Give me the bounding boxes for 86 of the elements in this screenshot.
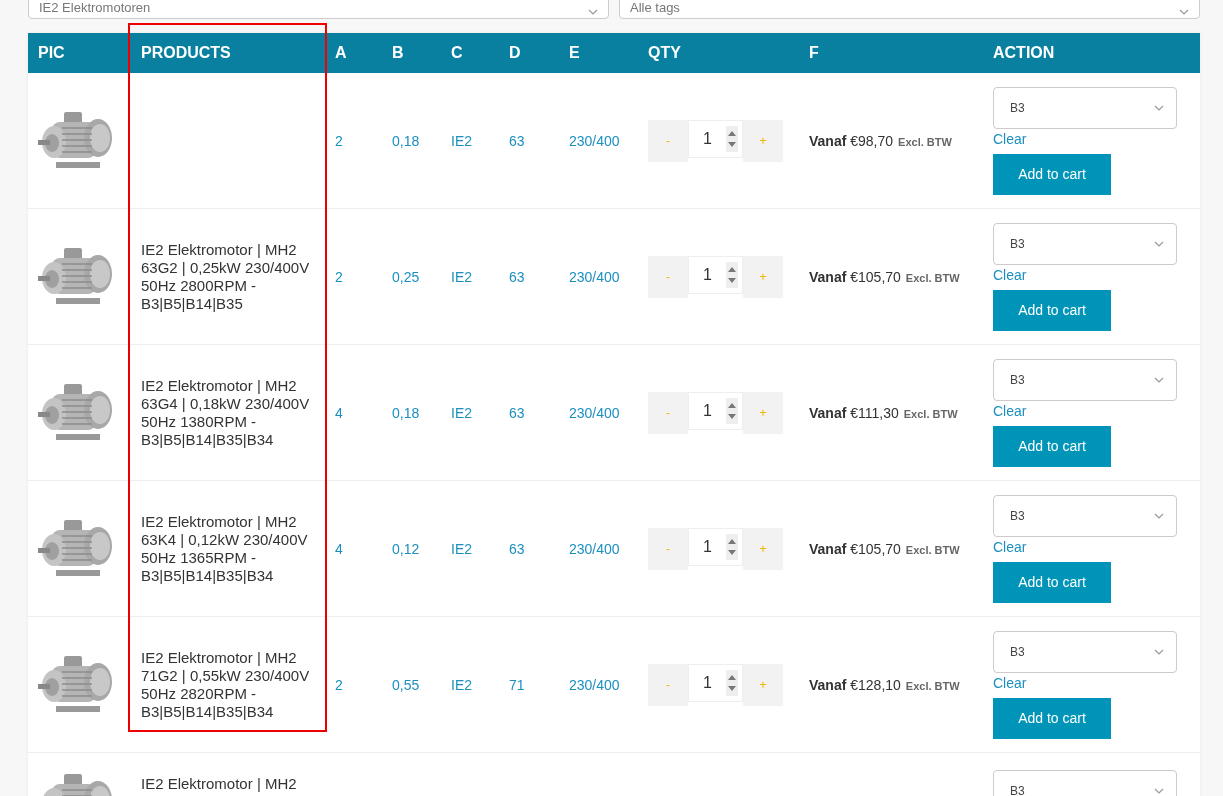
quantity-field[interactable]: 1: [688, 391, 743, 430]
spinner-arrows-icon[interactable]: [726, 397, 738, 424]
product-name: IE2 Elektromotor | MH2 71G2 | 0,55kW 230/400V 50Hz 2820RPM - B3|B5|B14|B35|B34: [140, 648, 311, 721]
quantity-field[interactable]: 1: [688, 663, 743, 702]
table-cell-text: IE2: [451, 132, 473, 149]
column-header: ACTION: [993, 44, 1055, 62]
spinner-arrows-icon[interactable]: [726, 533, 738, 560]
column-header: PRODUCTS: [141, 44, 231, 62]
product-name: IE2 Elektromotor | MH2 63K4 | 0,12kW 230/400V 50Hz 1365RPM - B3|B5|B14|B35|B34: [140, 512, 309, 585]
column-header: E: [569, 44, 580, 62]
spinner-arrows-icon[interactable]: [726, 261, 738, 288]
table-cell-text: 0,18: [392, 132, 421, 149]
spinner-arrows-icon[interactable]: [726, 125, 738, 152]
table-cell-text: 4: [335, 404, 344, 421]
variant-select[interactable]: B3: [993, 222, 1177, 265]
filter-select[interactable]: IE2 Elektromotoren: [28, 0, 609, 19]
column-header: F: [809, 44, 819, 62]
variant-select[interactable]: B3: [993, 630, 1177, 673]
price-note: Excl. BTW: [905, 679, 960, 692]
chevron-down-icon: [1179, 9, 1189, 15]
column-header: A: [335, 44, 347, 62]
column-header: QTY: [648, 44, 681, 62]
quantity-field[interactable]: 1: [688, 255, 743, 294]
variant-select[interactable]: B3: [993, 770, 1177, 796]
price: Vanaf €128,10: [809, 676, 901, 693]
clear-link[interactable]: Clear: [993, 538, 1027, 555]
price: Vanaf €98,70: [809, 132, 894, 149]
table-cell-text: 63: [509, 132, 526, 149]
add-to-cart-button[interactable]: Add to cart: [993, 425, 1111, 467]
product-name: IE2 Elektromotor | MH2: [140, 775, 298, 792]
add-to-cart-button[interactable]: Add to cart: [993, 289, 1111, 331]
clear-link[interactable]: Clear: [993, 130, 1027, 147]
table-cell-text: 230/400: [569, 268, 621, 285]
price-note: Excl. BTW: [898, 135, 952, 148]
table-cell-text: 71: [509, 676, 526, 693]
clear-link[interactable]: Clear: [993, 402, 1027, 419]
price: Vanaf €111,30: [809, 404, 899, 421]
table-cell-text: 63: [509, 404, 526, 421]
chevron-down-icon: [1154, 376, 1164, 383]
filter-select[interactable]: Alle tags: [619, 0, 1200, 19]
column-header: C: [451, 44, 463, 62]
table-cell-text: 0,25: [392, 268, 421, 285]
table-cell-text: IE2: [451, 676, 473, 693]
table-cell-text: 0,12: [392, 540, 421, 557]
chevron-down-icon: [1154, 512, 1164, 519]
quantity-field[interactable]: 1: [688, 119, 743, 158]
table-cell-text: IE2: [451, 540, 473, 557]
price: Vanaf €105,70: [809, 268, 901, 285]
price-note: Excl. BTW: [905, 543, 960, 556]
chevron-down-icon: [588, 9, 598, 15]
chevron-down-icon: [1154, 240, 1164, 247]
price: Vanaf €105,70: [809, 540, 901, 557]
variant-select[interactable]: B3: [993, 494, 1177, 537]
add-to-cart-button[interactable]: Add to cart: [993, 697, 1111, 739]
spinner-arrows-icon[interactable]: [726, 669, 738, 696]
add-to-cart-button[interactable]: Add to cart: [993, 561, 1111, 603]
table-cell-text: 0,18: [392, 404, 421, 421]
table-cell-text: IE2: [451, 404, 473, 421]
table-cell-text: 2: [335, 268, 344, 285]
price-note: Excl. BTW: [903, 407, 958, 420]
chevron-down-icon: [1154, 648, 1164, 655]
table-cell-text: 63: [509, 540, 526, 557]
table-cell-text: 2: [335, 132, 344, 149]
variant-select[interactable]: B3: [993, 86, 1177, 129]
variant-select[interactable]: B3: [993, 358, 1177, 401]
price-note: Excl. BTW: [905, 271, 960, 284]
table-cell-text: 4: [335, 540, 344, 557]
table-cell-text: 230/400: [569, 540, 621, 557]
table-cell-text: 2: [335, 676, 344, 693]
product-name: IE2 Elektromotor | MH2 63G2 | 0,25kW 230/400V 50Hz 2800RPM - B3|B5|B14|B35: [140, 240, 311, 313]
product-name: IE2 Elektromotor | MH2 63G4 | 0,18kW 230/400V 50Hz 1380RPM - B3|B5|B14|B35|B34: [140, 376, 311, 449]
table-cell-text: 230/400: [569, 676, 621, 693]
table-cell-text: 63: [509, 268, 526, 285]
table-cell-text: 230/400: [569, 132, 621, 149]
chevron-down-icon: [1154, 104, 1164, 111]
chevron-down-icon: [1154, 788, 1164, 794]
column-header: D: [509, 44, 521, 62]
clear-link[interactable]: Clear: [993, 674, 1027, 691]
quantity-field[interactable]: 1: [688, 527, 743, 566]
add-to-cart-button[interactable]: Add to cart: [993, 153, 1111, 195]
column-header: PIC: [38, 44, 65, 62]
table-cell-text: 230/400: [569, 404, 621, 421]
column-header: B: [392, 44, 404, 62]
clear-link[interactable]: Clear: [993, 266, 1027, 283]
table-cell-text: IE2: [451, 268, 473, 285]
table-cell-text: 0,55: [392, 676, 421, 693]
